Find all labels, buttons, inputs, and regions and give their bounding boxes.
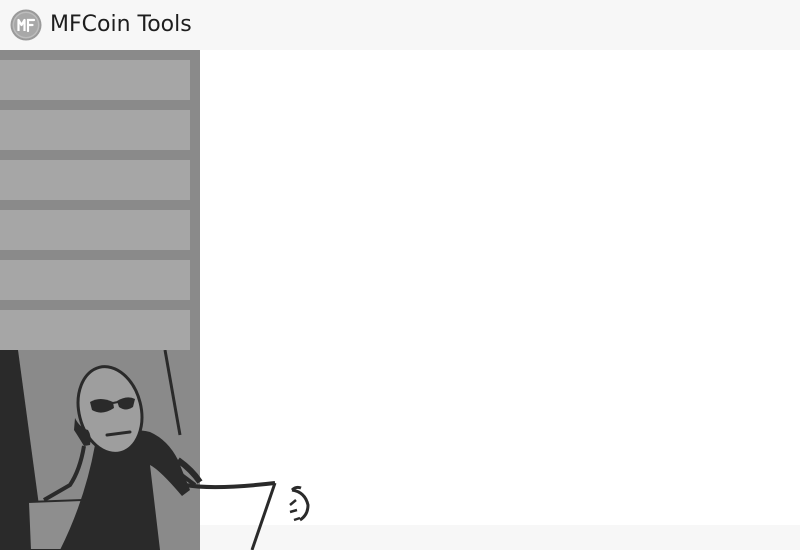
sidebar-menu-button-5[interactable] — [0, 260, 190, 300]
sidebar-menu-button-2[interactable] — [0, 110, 190, 150]
main-content-area — [200, 50, 800, 525]
sidebar-menu-button-4[interactable] — [0, 210, 190, 250]
mfcoin-logo-icon — [10, 9, 42, 41]
sidebar-menu-button-6[interactable] — [0, 310, 190, 350]
skeptical-stick-figure-illustration — [0, 350, 197, 550]
sidebar-menu-button-1[interactable] — [0, 60, 190, 100]
title-bar: MFCoin Tools — [0, 0, 800, 50]
sidebar-menu-button-3[interactable] — [0, 160, 190, 200]
app-title: MFCoin Tools — [50, 12, 192, 37]
sidebar — [0, 50, 200, 550]
status-bar — [200, 525, 800, 550]
